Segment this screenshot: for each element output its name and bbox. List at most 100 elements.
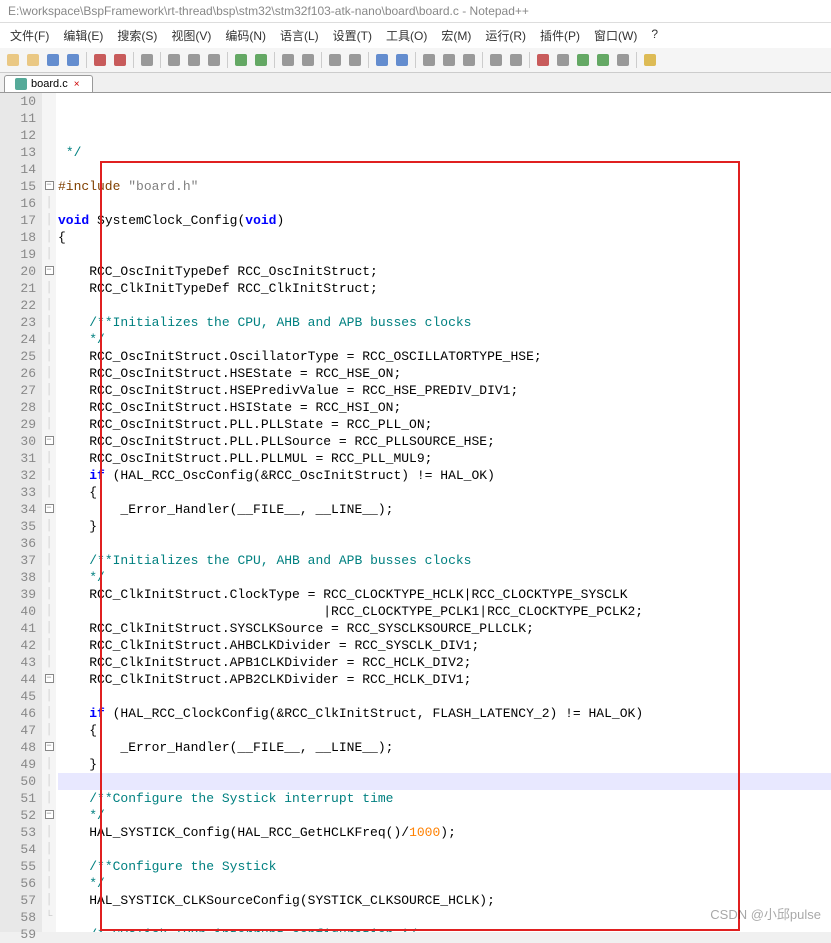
menu-3[interactable]: 视图(V) (165, 25, 217, 46)
menu-7[interactable]: 工具(O) (380, 25, 433, 46)
fold-toggle[interactable]: − (45, 504, 54, 513)
code-line-33[interactable] (58, 535, 831, 552)
sync-v-icon[interactable] (373, 51, 391, 69)
zoom-out-icon[interactable] (346, 51, 364, 69)
fold-toggle[interactable]: − (45, 810, 54, 819)
indent-icon[interactable] (460, 51, 478, 69)
open-file-icon[interactable] (24, 51, 42, 69)
code-line-52[interactable]: /**Configure the Systick (58, 858, 831, 875)
code-line-28[interactable]: RCC_OscInitStruct.PLL.PLLMUL = RCC_PLL_M… (58, 450, 831, 467)
spell-icon[interactable] (641, 51, 659, 69)
editor[interactable]: 1011121314151617181920212223242526272829… (0, 93, 831, 932)
code-line-42[interactable] (58, 688, 831, 705)
close-icon[interactable] (91, 51, 109, 69)
code-line-40[interactable]: RCC_ClkInitStruct.APB1CLKDivider = RCC_H… (58, 654, 831, 671)
code-line-44[interactable]: { (58, 722, 831, 739)
macro-stop-icon[interactable] (554, 51, 572, 69)
code-line-26[interactable]: RCC_OscInitStruct.PLL.PLLState = RCC_PLL… (58, 416, 831, 433)
code-line-37[interactable]: |RCC_CLOCKTYPE_PCLK1|RCC_CLOCKTYPE_PCLK2… (58, 603, 831, 620)
code-line-31[interactable]: _Error_Handler(__FILE__, __LINE__); (58, 501, 831, 518)
undo-icon[interactable] (232, 51, 250, 69)
code-line-50[interactable]: HAL_SYSTICK_Config(HAL_RCC_GetHCLKFreq()… (58, 824, 831, 841)
code-line-34[interactable]: /**Initializes the CPU, AHB and APB buss… (58, 552, 831, 569)
code-line-13[interactable] (58, 195, 831, 212)
macro-play-icon[interactable] (574, 51, 592, 69)
zoom-in-icon[interactable] (326, 51, 344, 69)
code-line-27[interactable]: RCC_OscInitStruct.PLL.PLLSource = RCC_PL… (58, 433, 831, 450)
find-icon[interactable] (279, 51, 297, 69)
menu-5[interactable]: 语言(L) (274, 25, 325, 46)
code-line-48[interactable]: /**Configure the Systick interrupt time (58, 790, 831, 807)
code-line-43[interactable]: if (HAL_RCC_ClockConfig(&RCC_ClkInitStru… (58, 705, 831, 722)
code-line-39[interactable]: RCC_ClkInitStruct.AHBCLKDivider = RCC_SY… (58, 637, 831, 654)
code-line-51[interactable] (58, 841, 831, 858)
menu-12[interactable]: ? (645, 25, 664, 46)
file-tab[interactable]: board.c × (4, 75, 93, 92)
menu-8[interactable]: 宏(M) (435, 25, 477, 46)
fold-toggle[interactable]: − (45, 742, 54, 751)
code-line-10[interactable]: */ (58, 144, 831, 161)
code-line-25[interactable]: RCC_OscInitStruct.HSIState = RCC_HSI_ON; (58, 399, 831, 416)
code-line-29[interactable]: if (HAL_RCC_OscConfig(&RCC_OscInitStruct… (58, 467, 831, 484)
macro-rec-icon[interactable] (534, 51, 552, 69)
fold-toggle[interactable]: − (45, 436, 54, 445)
cut-icon[interactable] (165, 51, 183, 69)
paste-icon[interactable] (205, 51, 223, 69)
menu-bar: 文件(F)编辑(E)搜索(S)视图(V)编码(N)语言(L)设置(T)工具(O)… (0, 23, 831, 48)
menu-0[interactable]: 文件(F) (4, 25, 55, 46)
code-line-16[interactable] (58, 246, 831, 263)
close-all-icon[interactable] (111, 51, 129, 69)
code-line-36[interactable]: RCC_ClkInitStruct.ClockType = RCC_CLOCKT… (58, 586, 831, 603)
code-line-21[interactable]: */ (58, 331, 831, 348)
allchars-icon[interactable] (440, 51, 458, 69)
fold-toggle[interactable]: − (45, 674, 54, 683)
code-line-53[interactable]: */ (58, 875, 831, 892)
code-line-47[interactable] (58, 773, 831, 790)
code-line-15[interactable]: { (58, 229, 831, 246)
sync-h-icon[interactable] (393, 51, 411, 69)
code-line-38[interactable]: RCC_ClkInitStruct.SYSCLKSource = RCC_SYS… (58, 620, 831, 637)
macro-save-icon[interactable] (614, 51, 632, 69)
code-line-41[interactable]: RCC_ClkInitStruct.APB2CLKDivider = RCC_H… (58, 671, 831, 688)
code-line-11[interactable] (58, 161, 831, 178)
print-icon[interactable] (138, 51, 156, 69)
save-all-icon[interactable] (64, 51, 82, 69)
code-line-30[interactable]: { (58, 484, 831, 501)
code-line-12[interactable]: #include "board.h" (58, 178, 831, 195)
tab-close-button[interactable]: × (72, 79, 82, 89)
code-line-23[interactable]: RCC_OscInitStruct.HSEState = RCC_HSE_ON; (58, 365, 831, 382)
menu-1[interactable]: 编辑(E) (57, 25, 109, 46)
code-line-45[interactable]: _Error_Handler(__FILE__, __LINE__); (58, 739, 831, 756)
new-file-icon[interactable] (4, 51, 22, 69)
code-line-22[interactable]: RCC_OscInitStruct.OscillatorType = RCC_O… (58, 348, 831, 365)
code-line-17[interactable]: RCC_OscInitTypeDef RCC_OscInitStruct; (58, 263, 831, 280)
code-line-19[interactable] (58, 297, 831, 314)
fold-toggle[interactable]: − (45, 266, 54, 275)
code-line-32[interactable]: } (58, 518, 831, 535)
code-line-49[interactable]: */ (58, 807, 831, 824)
fold-toggle[interactable]: − (45, 181, 54, 190)
fold-column[interactable]: −││││−│││││││││−│││−│││││││││−│││−│││−││… (42, 93, 56, 932)
menu-11[interactable]: 窗口(W) (588, 25, 643, 46)
code-line-46[interactable]: } (58, 756, 831, 773)
menu-2[interactable]: 搜索(S) (111, 25, 163, 46)
wordwrap-icon[interactable] (420, 51, 438, 69)
code-line-20[interactable]: /**Initializes the CPU, AHB and APB buss… (58, 314, 831, 331)
redo-icon[interactable] (252, 51, 270, 69)
menu-4[interactable]: 编码(N) (219, 25, 272, 46)
menu-10[interactable]: 插件(P) (534, 25, 586, 46)
macro-multi-icon[interactable] (594, 51, 612, 69)
save-icon[interactable] (44, 51, 62, 69)
code-line-56[interactable]: /* SysTick_IRQn interrupt configuration … (58, 926, 831, 932)
menu-9[interactable]: 运行(R) (479, 25, 532, 46)
menu-6[interactable]: 设置(T) (327, 25, 378, 46)
code-line-14[interactable]: void SystemClock_Config(void) (58, 212, 831, 229)
eol-icon[interactable] (507, 51, 525, 69)
code-line-35[interactable]: */ (58, 569, 831, 586)
lang-icon[interactable] (487, 51, 505, 69)
replace-icon[interactable] (299, 51, 317, 69)
code-line-18[interactable]: RCC_ClkInitTypeDef RCC_ClkInitStruct; (58, 280, 831, 297)
code-line-24[interactable]: RCC_OscInitStruct.HSEPredivValue = RCC_H… (58, 382, 831, 399)
copy-icon[interactable] (185, 51, 203, 69)
code-area[interactable]: */ #include "board.h" void SystemClock_C… (56, 93, 831, 932)
